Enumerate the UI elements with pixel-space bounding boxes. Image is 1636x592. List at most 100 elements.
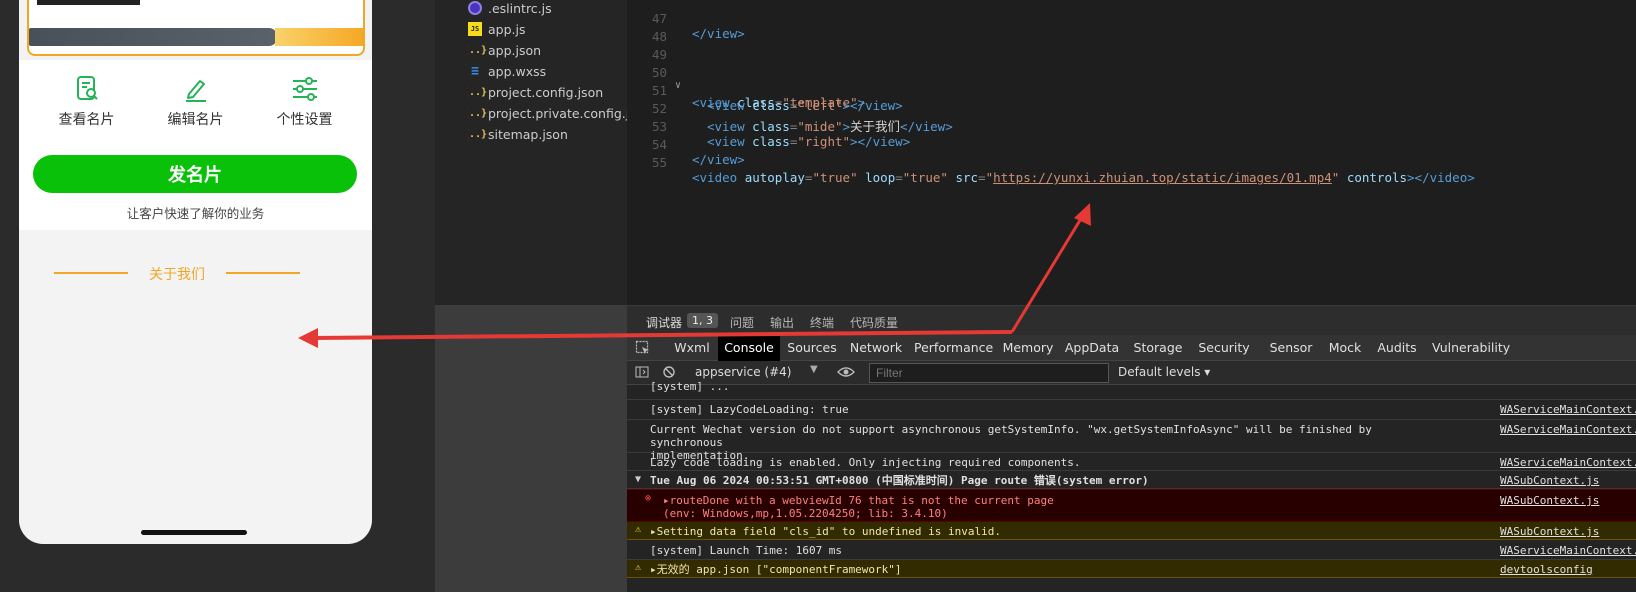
tab-code-quality[interactable]: 代码质量 [850, 314, 898, 331]
console-source-link[interactable]: WASubContext.js [1500, 474, 1636, 487]
tab-memory[interactable]: Memory [1001, 335, 1055, 361]
tab-console[interactable]: Console [718, 335, 780, 361]
send-card-button[interactable]: 发名片 [33, 155, 357, 193]
warning-icon: ⚠ [635, 524, 642, 535]
tab-problems[interactable]: 问题 [730, 314, 754, 331]
console-row: [system] ... [627, 380, 1636, 400]
code-token: controls [1346, 170, 1408, 185]
json-file-icon: {..} [468, 107, 488, 119]
console-warning-row[interactable]: ⚠ ▸Setting data field "cls_id" to undefi… [627, 522, 1636, 540]
expand-triangle-icon[interactable]: ▼ [635, 474, 641, 485]
chevron-down-icon[interactable]: ▼ [810, 364, 818, 375]
eslint-icon [468, 1, 482, 15]
tab-storage[interactable]: Storage [1130, 335, 1186, 361]
view-card-label: 查看名片 [58, 112, 115, 128]
tab-wxml[interactable]: Wxml [669, 335, 715, 361]
console-output: [system] ... [system] LazyCodeLoading: t… [627, 380, 1636, 592]
log-levels-select[interactable]: Default levels ▾ [1118, 365, 1210, 379]
inspect-element-icon[interactable] [635, 340, 651, 356]
json-file-icon: {..} [468, 128, 488, 140]
action-section: 查看名片 编辑名片 个性设置 发名片 让客户快速了解你的业务 [19, 60, 372, 230]
file-item[interactable]: JS app.js [468, 19, 628, 39]
context-select[interactable]: appservice (#4) [695, 365, 791, 379]
console-source-link[interactable]: devtoolsconfig [1500, 563, 1636, 576]
console-row: Lazy code loading is enabled. Only injec… [627, 453, 1636, 471]
console-group-row[interactable]: ▼ Tue Aug 06 2024 00:53:51 GMT+0800 (中国标… [627, 471, 1636, 489]
edit-card-label: 编辑名片 [167, 112, 224, 128]
edit-card-action[interactable]: 编辑名片 [141, 74, 250, 129]
code-line: 50 ∨ <view class="template"> [627, 50, 1636, 110]
json-file-icon: {..} [468, 44, 488, 56]
console-message: ▸Setting data field "cls_id" to undefine… [650, 525, 1001, 538]
business-card-preview[interactable] [27, 0, 365, 56]
file-name: app.wxss [488, 63, 547, 79]
file-name: project.config.json [488, 84, 604, 100]
sidebar-toggle-icon[interactable] [635, 365, 649, 379]
code-line: 47 </view> [627, 0, 1636, 41]
tab-performance[interactable]: Performance [914, 335, 993, 361]
about-line-left [54, 272, 128, 274]
code-editor[interactable]: 47 </view> 48 49 50 ∨ <view class="templ… [627, 0, 1636, 305]
eye-icon[interactable] [837, 365, 855, 379]
about-line-right [226, 272, 300, 274]
devtools-tabs: Wxml Console Sources Network Performance… [627, 335, 1636, 361]
file-item[interactable]: ≡ app.wxss [468, 61, 628, 81]
file-name: .eslintrc.js [488, 0, 552, 16]
card-search-icon [76, 76, 98, 100]
json-file-icon: {..} [468, 86, 488, 98]
console-source-link[interactable]: WAServiceMainContext.js [1500, 544, 1636, 557]
file-item[interactable]: {..} project.private.config.js... [468, 103, 628, 123]
file-item[interactable]: {..} app.json [468, 40, 628, 60]
code-token: src [955, 170, 979, 185]
tab-audits[interactable]: Audits [1374, 335, 1420, 361]
file-item[interactable]: {..} project.config.json [468, 82, 628, 102]
code-line: 48 [627, 14, 1636, 44]
clear-console-icon[interactable] [662, 365, 676, 379]
tab-terminal[interactable]: 终端 [810, 314, 834, 331]
personal-settings-action[interactable]: 个性设置 [250, 74, 359, 129]
console-text-fragment: [system] ... [650, 380, 730, 393]
tab-sources[interactable]: Sources [784, 335, 840, 361]
code-line: 52 <view class="mide">关于我们</view> [627, 86, 1636, 134]
console-row: [system] Launch Time: 1607 ms WAServiceM… [627, 540, 1636, 560]
file-item[interactable]: .eslintrc.js [468, 0, 628, 18]
about-us-title: 关于我们 [149, 267, 205, 283]
tab-debugger[interactable]: 调试器 [646, 314, 683, 335]
tab-sensor[interactable]: Sensor [1267, 335, 1315, 361]
code-line: 55 <video autoplay="true" loop="true" sr… [627, 140, 1636, 185]
console-warning-row[interactable]: ⚠ ▸无效的 app.json ["componentFramework"] d… [627, 560, 1636, 578]
file-name: project.private.config.js... [488, 105, 628, 121]
console-message: ▸routeDone with a webviewId 76 that is n… [663, 494, 1054, 520]
console-source-link[interactable]: WAServiceMainContext.js [1500, 456, 1636, 469]
tab-appdata[interactable]: AppData [1064, 335, 1120, 361]
console-error-row[interactable]: ⊗ ▸routeDone with a webviewId 76 that is… [627, 489, 1636, 522]
home-indicator [141, 530, 247, 535]
tab-vulnerability[interactable]: Vulnerability [1432, 335, 1510, 361]
file-item[interactable]: {..} sitemap.json [468, 124, 628, 144]
error-icon: ⊗ [645, 493, 652, 504]
code-token: autoplay [744, 170, 805, 185]
console-message: Tue Aug 06 2024 00:53:51 GMT+0800 (中国标准时… [650, 474, 1149, 487]
pen-icon [185, 80, 206, 102]
bottom-panel-tabs: 调试器 1, 3 问题 输出 终端 代码质量 [627, 305, 1636, 335]
code-content: <video autoplay="true" loop="true" src="… [692, 170, 1475, 185]
tab-output[interactable]: 输出 [770, 314, 794, 331]
tab-mock[interactable]: Mock [1325, 335, 1365, 361]
video-url-link[interactable]: https://yunxi.zhuian.top/static/images/0… [993, 170, 1332, 185]
send-card-subtext: 让客户快速了解你的业务 [126, 206, 265, 221]
console-source-link[interactable]: WASubContext.js [1500, 525, 1636, 538]
sliders-icon [292, 77, 317, 101]
console-source-link[interactable]: WAServiceMainContext.js [1500, 403, 1636, 416]
debugger-badge: 1, 3 [687, 313, 718, 328]
file-name: app.json [488, 42, 542, 58]
card-strip-dark [29, 28, 277, 46]
console-source-link[interactable]: WAServiceMainContext.js [1500, 423, 1636, 436]
console-source-link[interactable]: WASubContext.js [1500, 494, 1636, 507]
tab-network[interactable]: Network [847, 335, 905, 361]
tab-security[interactable]: Security [1194, 335, 1254, 361]
view-card-action[interactable]: 查看名片 [32, 74, 141, 129]
settings-label: 个性设置 [276, 112, 333, 128]
css-file-icon: ≡ [471, 63, 479, 79]
code-line: 49 [627, 32, 1636, 62]
card-header-bar [37, 0, 140, 5]
